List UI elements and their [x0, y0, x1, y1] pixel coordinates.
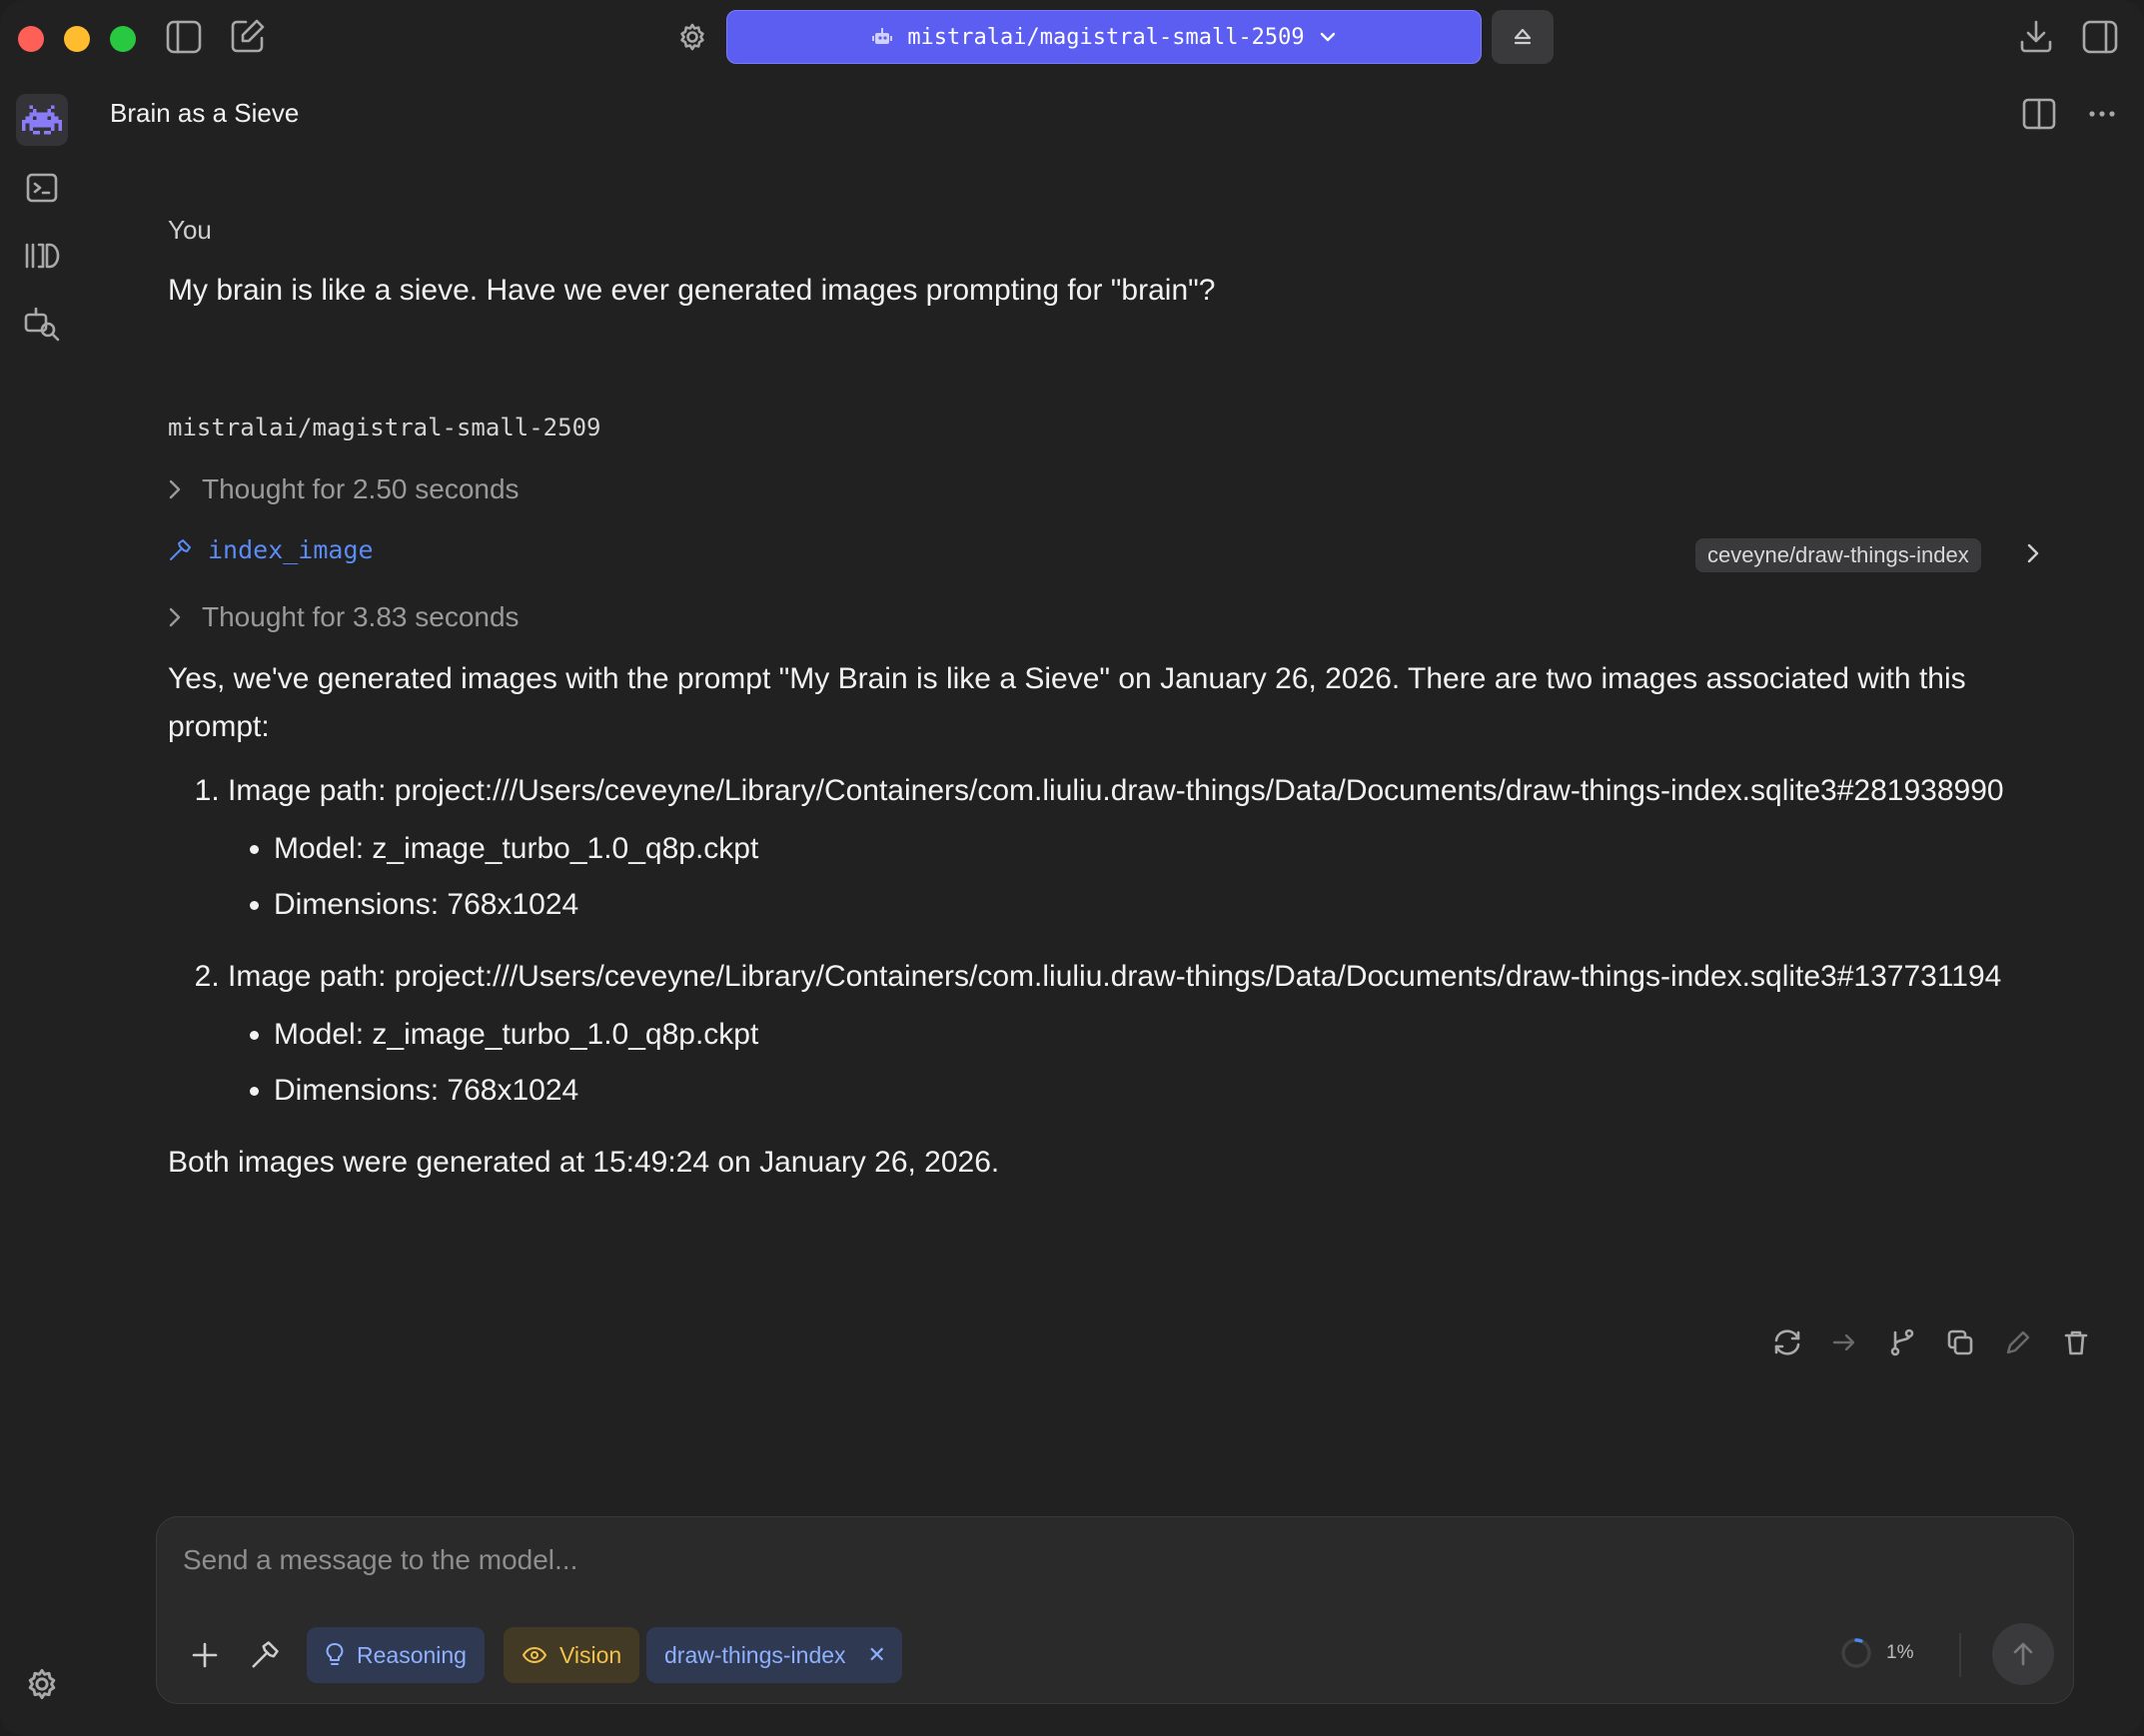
tool-source-badge: ceveyne/draw-things-index — [1695, 538, 1981, 572]
vision-toggle[interactable]: Vision — [504, 1627, 640, 1683]
plugin-label: draw-things-index — [664, 1641, 846, 1668]
terminal-icon — [26, 173, 58, 203]
branch-icon[interactable] — [1888, 1328, 1916, 1356]
hammer-icon — [250, 1640, 280, 1670]
arrow-up-icon — [2010, 1640, 2036, 1668]
thought-toggle-1[interactable]: Thought for 2.50 seconds — [168, 473, 520, 505]
image-model: Model: z_image_turbo_1.0_q8p.ckpt — [274, 821, 2046, 877]
image-dimensions: Dimensions: 768x1024 — [274, 1063, 2046, 1119]
continue-arrow-icon[interactable] — [1830, 1328, 1858, 1356]
robot-search-icon — [23, 306, 61, 342]
minimize-window-button[interactable] — [64, 26, 90, 52]
tool-expand-chevron-icon[interactable] — [2026, 541, 2040, 565]
reasoning-toggle[interactable]: Reasoning — [307, 1627, 485, 1683]
message-composer: Reasoning Vision draw-things-index ✕ 1% — [156, 1516, 2074, 1704]
tools-button[interactable] — [245, 1635, 285, 1675]
thought-toggle-2[interactable]: Thought for 3.83 seconds — [168, 601, 520, 633]
image-result-list: Image path: project:///Users/ceveyne/Lib… — [168, 767, 2046, 1119]
new-chat-icon[interactable] — [230, 18, 266, 54]
regenerate-icon[interactable] — [1772, 1328, 1800, 1356]
plugin-chip[interactable]: draw-things-index ✕ — [646, 1627, 902, 1683]
eject-icon — [1512, 27, 1534, 47]
edit-pencil-icon[interactable] — [2004, 1328, 2032, 1356]
reasoning-label: Reasoning — [357, 1641, 467, 1668]
trash-icon[interactable] — [2062, 1328, 2090, 1356]
answer-closing: Both images were generated at 15:49:24 o… — [168, 1146, 1000, 1179]
image-dimensions: Dimensions: 768x1024 — [274, 877, 2046, 933]
user-message: My brain is like a sieve. Have we ever g… — [168, 274, 1216, 307]
sidebar-item-chat[interactable] — [16, 94, 68, 146]
user-label: You — [168, 215, 212, 245]
sidebar-item-discover[interactable] — [16, 298, 68, 350]
eject-model-button[interactable] — [1492, 10, 1554, 64]
download-icon[interactable] — [2018, 18, 2054, 54]
plus-icon — [191, 1641, 219, 1669]
model-selector-button[interactable]: mistralai/magistral-small-2509 — [726, 10, 1482, 64]
context-usage[interactable]: 1% — [1840, 1637, 1913, 1669]
thought-label: Thought for 2.50 seconds — [202, 473, 520, 504]
copy-icon[interactable] — [1946, 1328, 1974, 1356]
chevron-right-icon — [168, 478, 182, 500]
sidebar-item-developer[interactable] — [16, 162, 68, 214]
send-button[interactable] — [1992, 1623, 2054, 1685]
app-window: mistralai/magistral-small-2509 Brain as … — [0, 0, 2144, 1736]
assistant-answer: Yes, we've generated images with the pro… — [168, 655, 2046, 1187]
split-view-icon[interactable] — [2022, 98, 2056, 130]
chevron-down-icon — [1319, 31, 1337, 43]
zoom-window-button[interactable] — [110, 26, 136, 52]
model-name: mistralai/magistral-small-2509 — [907, 24, 1305, 50]
conversation-title[interactable]: Brain as a Sieve — [110, 98, 299, 129]
image-result-item: Image path: project:///Users/ceveyne/Lib… — [228, 767, 2046, 933]
context-usage-ring-icon — [1840, 1637, 1872, 1669]
image-result-item: Image path: project:///Users/ceveyne/Lib… — [228, 953, 2046, 1119]
close-window-button[interactable] — [18, 26, 44, 52]
add-attachment-button[interactable] — [185, 1635, 225, 1675]
tool-name: index_image — [208, 535, 374, 564]
chevron-right-icon — [168, 606, 182, 628]
vision-label: Vision — [559, 1641, 622, 1668]
image-path: Image path: project:///Users/ceveyne/Lib… — [228, 960, 2002, 993]
gear-icon — [25, 1667, 59, 1701]
image-model: Model: z_image_turbo_1.0_q8p.ckpt — [274, 1007, 2046, 1063]
models-library-icon — [24, 241, 60, 271]
message-input[interactable] — [181, 1543, 1783, 1577]
lightbulb-icon — [325, 1642, 345, 1668]
assistant-model-label: mistralai/magistral-small-2509 — [168, 414, 601, 441]
hammer-icon — [168, 538, 192, 562]
answer-intro: Yes, we've generated images with the pro… — [168, 662, 1966, 743]
right-panel-toggle-icon[interactable] — [2082, 20, 2118, 54]
more-options-icon[interactable] — [2088, 110, 2116, 118]
close-icon[interactable]: ✕ — [868, 1642, 886, 1668]
context-usage-percent: 1% — [1886, 1642, 1914, 1663]
sidebar-toggle-icon[interactable] — [166, 20, 202, 54]
image-path: Image path: project:///Users/ceveyne/Lib… — [228, 774, 2004, 807]
tool-call-row[interactable]: index_image — [168, 535, 374, 564]
space-invader-icon — [22, 105, 62, 135]
composer-divider — [1959, 1633, 1961, 1677]
gear-icon[interactable] — [677, 22, 707, 52]
eye-icon — [522, 1645, 547, 1665]
robot-icon — [871, 27, 893, 47]
sidebar-settings-button[interactable] — [16, 1658, 68, 1710]
sidebar-item-models[interactable] — [16, 230, 68, 282]
thought-label: Thought for 3.83 seconds — [202, 601, 520, 632]
message-actions — [1772, 1328, 2090, 1356]
